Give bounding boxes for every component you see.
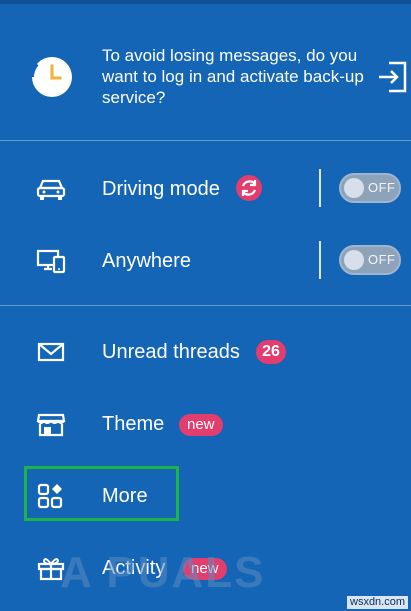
unread-count-badge: 26 [256, 340, 286, 364]
site-credit: wsxdn.com [347, 596, 409, 609]
anywhere-toggle[interactable]: OFF [339, 245, 401, 275]
divider [0, 305, 411, 306]
new-badge: new [179, 414, 223, 436]
anywhere-row[interactable]: Anywhere OFF [0, 231, 411, 291]
toggle-knob [344, 250, 364, 270]
sync-badge [236, 175, 262, 201]
sync-icon [241, 180, 257, 196]
toggle-state: OFF [368, 252, 396, 267]
backup-message: To avoid losing messages, do you want to… [102, 46, 364, 107]
anywhere-label: Anywhere [102, 250, 191, 272]
driving-mode-row[interactable]: Driving mode OFF [0, 159, 411, 219]
divider [0, 140, 411, 141]
theme-item[interactable]: Theme new [0, 394, 411, 454]
history-clock-icon [30, 57, 72, 97]
toggle-state: OFF [368, 180, 396, 195]
separator [319, 241, 321, 279]
unread-threads-label: Unread threads [102, 341, 240, 363]
backup-banner[interactable]: To avoid losing messages, do you want to… [0, 4, 411, 140]
separator [319, 169, 321, 207]
more-highlight-box [24, 466, 179, 521]
unread-threads-item[interactable]: Unread threads 26 [0, 322, 411, 382]
driving-mode-label: Driving mode [102, 178, 220, 200]
driving-mode-toggle[interactable]: OFF [339, 173, 401, 203]
envelope-icon [37, 342, 65, 362]
toggle-knob [344, 178, 364, 198]
store-icon [36, 413, 66, 437]
theme-label: Theme [102, 413, 165, 435]
login-icon[interactable] [377, 60, 409, 94]
gift-icon [37, 558, 65, 581]
devices-icon [36, 249, 66, 274]
car-icon [36, 179, 66, 200]
activity-item[interactable]: Activity new [0, 538, 411, 598]
activity-label: Activity [102, 557, 166, 579]
new-badge: new [183, 558, 227, 580]
